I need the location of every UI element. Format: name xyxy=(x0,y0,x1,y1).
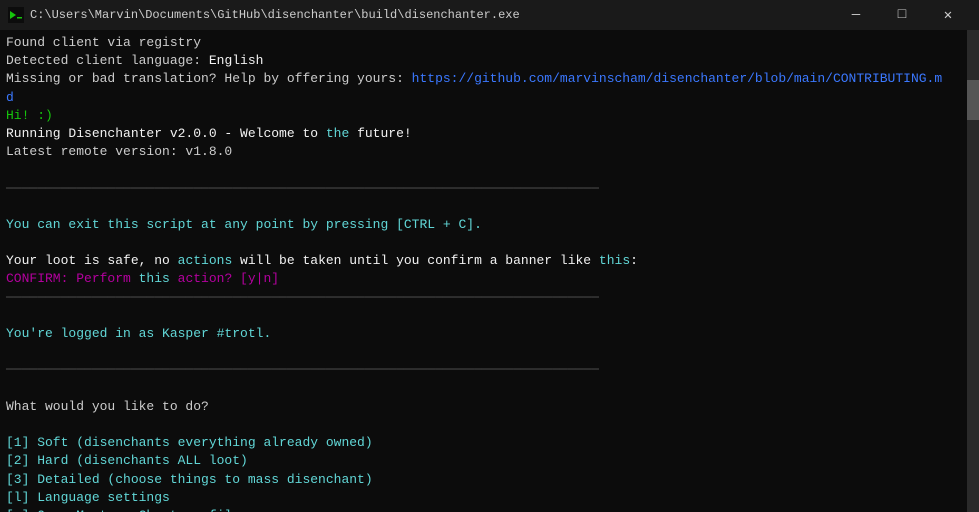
line-menu-2: [2] Hard (disenchants ALL loot) xyxy=(6,452,973,470)
line-detected-lang: Detected client language: English xyxy=(6,52,973,70)
line-menu-m: [m] Open Mastery Chart profile xyxy=(6,507,973,512)
line-hi: Hi! :) xyxy=(6,107,973,125)
line-menu-l: [l] Language settings xyxy=(6,489,973,507)
title-bar: C:\Users\Marvin\Documents\GitHub\disench… xyxy=(0,0,979,30)
line-sep1 xyxy=(6,161,973,179)
separator-3: ────────────────────────────────────────… xyxy=(6,361,973,379)
line-logged-in: You're logged in as Kasper #trotl. xyxy=(6,325,973,343)
title-bar-text: C:\Users\Marvin\Documents\GitHub\disench… xyxy=(30,8,833,22)
terminal[interactable]: Found client via registry Detected clien… xyxy=(0,30,979,512)
line-menu-prompt: What would you like to do? xyxy=(6,398,973,416)
line-confirm: CONFIRM: Perform this action? [y|n] xyxy=(6,270,973,288)
app-icon xyxy=(8,7,24,23)
line-blank6 xyxy=(6,416,973,434)
line-loot-safe: Your loot is safe, no actions will be ta… xyxy=(6,252,973,270)
line-blank5 xyxy=(6,380,973,398)
line-remote: Latest remote version: v1.8.0 xyxy=(6,143,973,161)
line-blank4 xyxy=(6,343,973,361)
line-blank2 xyxy=(6,234,973,252)
line-menu-3: [3] Detailed (choose things to mass dise… xyxy=(6,471,973,489)
scrollbar[interactable] xyxy=(967,30,979,512)
close-button[interactable]: ✕ xyxy=(925,0,971,30)
line-url-cont: d xyxy=(6,89,973,107)
title-bar-buttons: — □ ✕ xyxy=(833,0,971,30)
line-running: Running Disenchanter v2.0.0 - Welcome to… xyxy=(6,125,973,143)
line-blank3 xyxy=(6,307,973,325)
separator-2: ────────────────────────────────────────… xyxy=(6,289,973,307)
line-missing-translation: Missing or bad translation? Help by offe… xyxy=(6,70,973,88)
line-found-client: Found client via registry xyxy=(6,34,973,52)
line-exit-info: You can exit this script at any point by… xyxy=(6,216,973,234)
minimize-button[interactable]: — xyxy=(833,0,879,30)
maximize-button[interactable]: □ xyxy=(879,0,925,30)
separator-1: ────────────────────────────────────────… xyxy=(6,180,973,198)
line-blank1 xyxy=(6,198,973,216)
line-menu-1: [1] Soft (disenchants everything already… xyxy=(6,434,973,452)
scrollbar-thumb[interactable] xyxy=(967,80,979,120)
